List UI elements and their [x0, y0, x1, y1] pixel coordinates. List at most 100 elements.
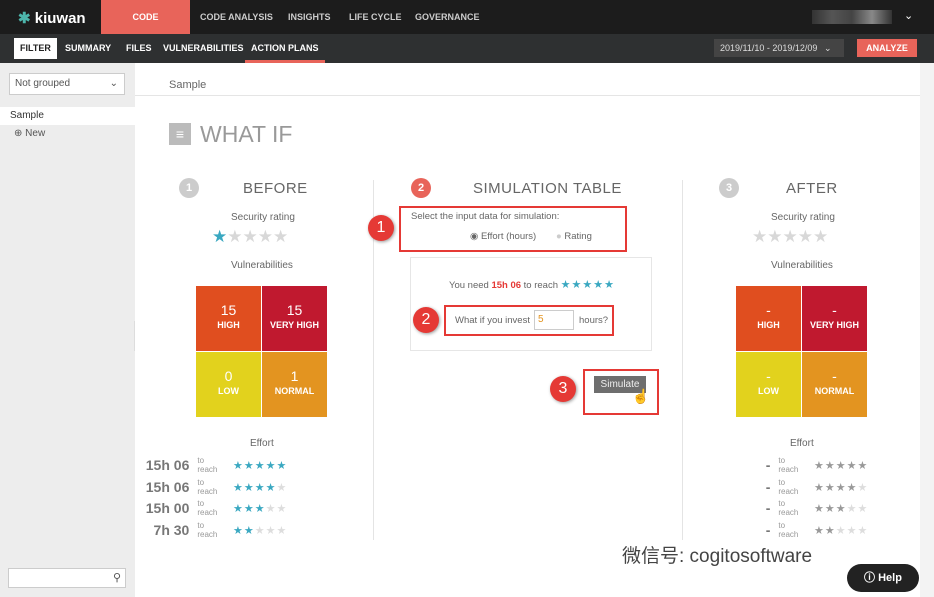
watermark: 微信号: cogitosoftware — [622, 546, 813, 567]
star-icon: ★ — [846, 524, 857, 537]
effort-row: 15h 06 to reach ★★★★★ — [145, 455, 287, 475]
star-icon: ★ — [254, 481, 265, 494]
star-icon: ★ — [227, 227, 243, 246]
to-reach: to reach — [197, 456, 218, 474]
star-icon: ★ — [857, 503, 868, 515]
analyze-button[interactable]: ANALYZE — [857, 39, 917, 57]
help-button[interactable]: ⓘ Help — [847, 564, 919, 592]
star-icon: ★ — [857, 524, 868, 537]
simulation-box — [410, 257, 652, 351]
vuln-count: 1 — [290, 368, 299, 384]
effort-time: 15h 06 — [145, 478, 190, 495]
star-icon: ★ — [233, 503, 243, 515]
after-rating-stars: ★★★★★ — [752, 227, 828, 247]
star-icon: ★ — [813, 227, 829, 246]
sidebar-search-input[interactable]: ⚲ — [8, 568, 126, 588]
nav-insights[interactable]: INSIGHTS — [278, 0, 341, 34]
question-circle-icon: ⓘ — [864, 572, 876, 584]
menu-icon[interactable]: ≡ — [169, 123, 191, 145]
vuln-level: VERY HIGH — [809, 320, 859, 330]
vuln-tile-normal[interactable]: - NORMAL — [802, 352, 867, 417]
before-vuln-grid: 15 HIGH 15 VERY HIGH 0 LOW 1 NORMAL — [196, 286, 327, 417]
simulation-title: SIMULATION TABLE — [473, 180, 622, 197]
tab-summary[interactable]: SUMMARY — [59, 34, 117, 63]
scrollbar[interactable] — [920, 63, 934, 597]
star-icon: ★ — [233, 481, 243, 494]
nav-life-cycle[interactable]: LIFE CYCLE — [339, 0, 412, 34]
effort-time: 7h 30 — [153, 521, 190, 538]
vuln-level: LOW — [218, 386, 239, 396]
effort-row: - to reach ★★★★★ — [726, 498, 868, 518]
vuln-level: LOW — [758, 386, 779, 396]
effort-row: - to reach ★★★★★ — [726, 520, 868, 540]
effort-time: - — [765, 457, 771, 473]
star-icon: ★ — [846, 481, 857, 494]
star-icon: ★ — [782, 227, 798, 246]
effort-row: - to reach ★★★★★ — [726, 477, 868, 497]
tab-files[interactable]: FILES — [120, 34, 158, 63]
top-navbar: ✱ kiuwan CODE SECURITY CODE ANALYSIS INS… — [0, 0, 934, 56]
star-icon: ★ — [243, 460, 254, 472]
vuln-count: 0 — [224, 368, 233, 384]
star-icon: ★ — [243, 503, 254, 515]
star-icon: ★ — [797, 227, 813, 246]
to-reach: to reach — [778, 520, 799, 539]
after-vuln-grid: - HIGH - VERY HIGH - LOW - NORMAL — [736, 286, 867, 417]
vuln-tile-very-high[interactable]: - VERY HIGH — [802, 286, 867, 351]
star-icon: ★ — [233, 524, 243, 537]
step-badge: 1 — [179, 178, 199, 198]
vuln-tile-low[interactable]: - LOW — [736, 352, 801, 417]
star-icon: ★ — [276, 503, 287, 515]
vuln-tile-very-high[interactable]: 15 VERY HIGH — [262, 286, 327, 351]
star-icon: ★ — [835, 460, 846, 472]
plus-circle-icon: ⊕ — [14, 128, 23, 139]
star-icon: ★ — [233, 460, 243, 472]
effort-time: - — [765, 478, 771, 495]
annotation-box — [583, 369, 659, 415]
nav-governance[interactable]: GOVERNANCE — [405, 0, 490, 34]
effort-time: 15h 00 — [145, 500, 190, 516]
star-icon: ★ — [276, 524, 287, 537]
tab-action-plans[interactable]: ACTION PLANS — [245, 34, 325, 63]
star-icon: ★ — [846, 503, 857, 515]
page-title: WHAT IF — [200, 121, 293, 147]
to-reach: to reach — [778, 477, 799, 496]
nav-code-security[interactable]: CODE SECURITY — [101, 0, 190, 56]
nav-code-analysis[interactable]: CODE ANALYSIS — [190, 0, 283, 34]
star-icon: ★ — [846, 460, 857, 472]
vuln-count: 15 — [286, 302, 303, 318]
effort-row: 15h 06 to reach ★★★★★ — [145, 477, 287, 497]
vuln-tile-high[interactable]: 15 HIGH — [196, 286, 261, 351]
to-reach: to reach — [778, 499, 799, 517]
after-effort-label: Effort — [790, 438, 814, 449]
vuln-count: - — [832, 302, 837, 318]
tab-vulnerabilities[interactable]: VULNERABILITIES — [157, 34, 250, 63]
date-range-select[interactable]: 2019/11/10 - 2019/12/09 ⌄ — [714, 39, 844, 57]
search-icon: ⚲ — [112, 572, 121, 584]
annotation-badge: 3 — [550, 376, 576, 402]
star-icon: ★ — [273, 227, 289, 246]
star-icon: ★ — [814, 503, 824, 515]
to-reach: to reach — [778, 456, 799, 474]
new-button[interactable]: ⊕ New — [14, 128, 45, 139]
group-select[interactable]: Not grouped ⌄ — [9, 73, 125, 95]
tab-filter[interactable]: FILTER — [14, 38, 57, 59]
user-menu[interactable] — [812, 10, 892, 24]
kiuwan-logo[interactable]: ✱ kiuwan — [18, 9, 86, 27]
vuln-level: HIGH — [217, 320, 240, 330]
vuln-tile-normal[interactable]: 1 NORMAL — [262, 352, 327, 417]
chevron-down-icon[interactable]: ⌄ — [904, 9, 913, 22]
before-rating-stars: ★★★★★ — [212, 227, 288, 247]
annotation-badge: 1 — [368, 215, 394, 241]
star-icon: ★ — [265, 481, 276, 494]
vuln-tile-low[interactable]: 0 LOW — [196, 352, 261, 417]
effort-row: - to reach ★★★★★ — [726, 455, 868, 475]
vuln-tile-high[interactable]: - HIGH — [736, 286, 801, 351]
sidebar-item-sample[interactable]: Sample — [0, 107, 135, 125]
star-icon: ★ — [835, 524, 846, 537]
star-icon: ★ — [814, 460, 824, 472]
star-icon: ★ — [571, 279, 582, 291]
need-text: You need 15h 06 to reach ★★★★★ — [449, 279, 615, 291]
star-icon: ★ — [835, 481, 846, 494]
star-icon: ★ — [212, 227, 228, 246]
